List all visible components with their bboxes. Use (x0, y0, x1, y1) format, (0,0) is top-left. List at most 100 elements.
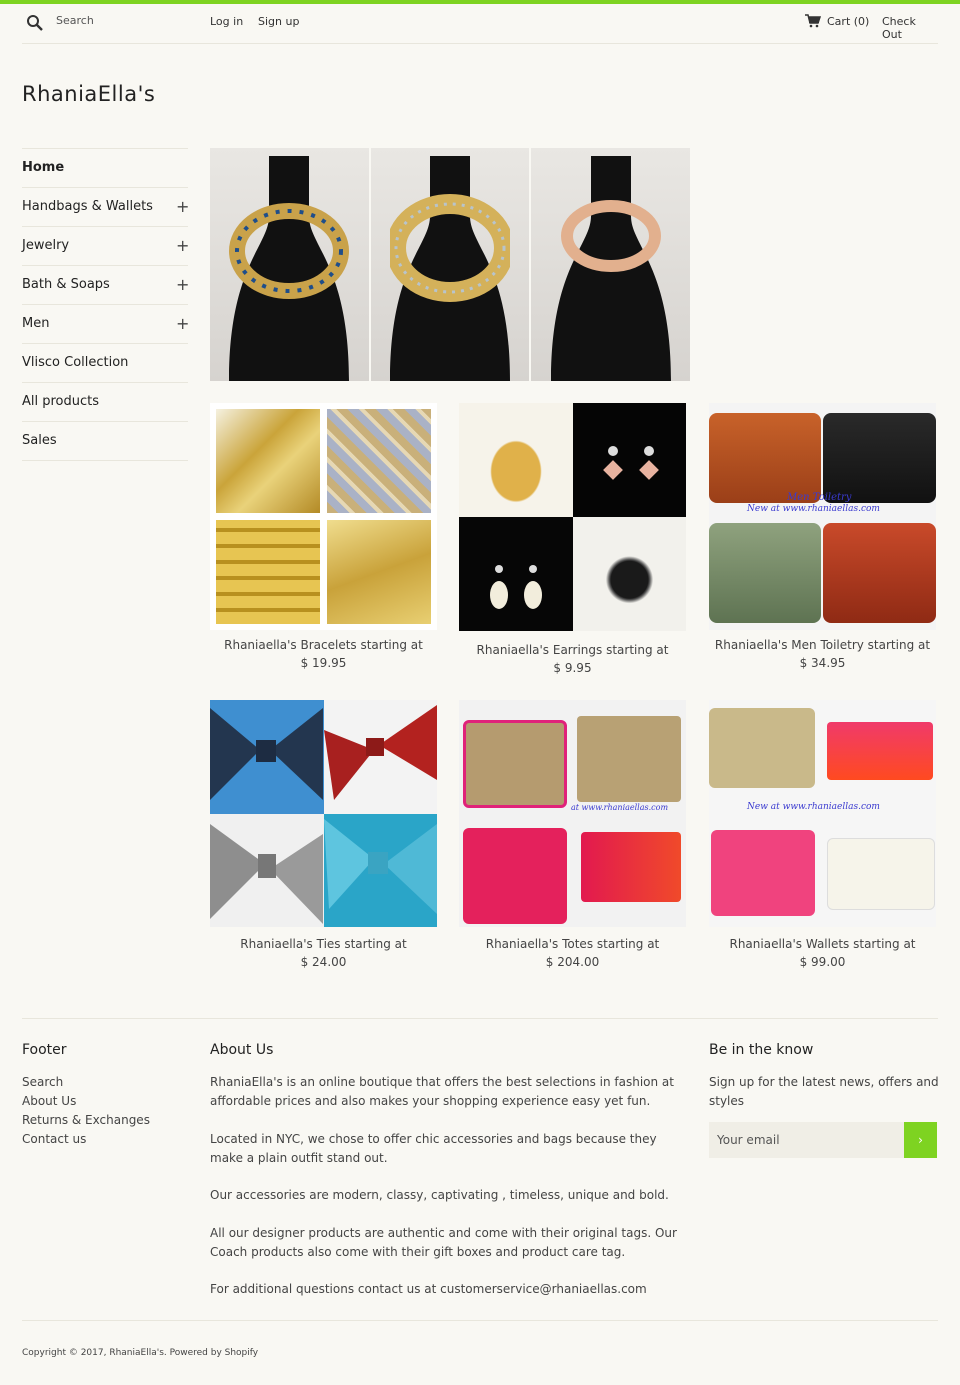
cart-link[interactable]: Cart (0) (827, 15, 869, 28)
product-title[interactable]: Rhaniaella's Bracelets starting at (210, 638, 437, 652)
wallet-photo (827, 838, 935, 910)
sidebar-item-sales[interactable]: Sales (22, 422, 188, 461)
hero-banner-image[interactable] (210, 148, 690, 381)
about-heading: About Us (210, 1042, 274, 1058)
product-title[interactable]: Rhaniaella's Ties starting at (210, 937, 437, 951)
image-caption: Men Toiletry (787, 492, 852, 503)
product-image[interactable]: New at www.rhaniaellas.com (709, 700, 936, 927)
product-price: $ 19.95 (300, 656, 347, 670)
product-price: $ 9.95 (553, 661, 592, 675)
sidebar-item-home[interactable]: Home (22, 149, 188, 188)
footer-link-about-us[interactable]: About Us (22, 1094, 76, 1108)
image-caption: at www.rhaniaellas.com (571, 803, 669, 812)
product-price: $ 204.00 (545, 955, 600, 969)
sidebar-item-bath-soaps[interactable]: Bath & Soaps + (22, 266, 189, 305)
toiletry-bag-photo (709, 523, 821, 623)
tie-photo (210, 700, 324, 814)
wallet-photo (581, 832, 681, 902)
ring-photo (459, 403, 573, 517)
subscribe-button[interactable]: › (904, 1122, 937, 1158)
footer-link-search[interactable]: Search (22, 1075, 63, 1089)
about-paragraph: All our designer products are authentic … (210, 1226, 677, 1259)
product-image[interactable] (459, 403, 686, 631)
expand-icon[interactable]: + (176, 305, 189, 343)
product-image[interactable]: Men Toiletry New at www.rhaniaellas.com (709, 403, 936, 630)
sidebar-item-vlisco-collection[interactable]: Vlisco Collection (22, 344, 188, 383)
newsletter-text: Sign up for the latest news, offers and … (709, 1075, 939, 1108)
email-field[interactable] (709, 1122, 904, 1158)
product-title[interactable]: Rhaniaella's Earrings starting at (459, 643, 686, 657)
search-input[interactable]: Search (56, 14, 94, 27)
footer-bottom-divider (22, 1320, 938, 1321)
sidebar-item-all-products[interactable]: All products (22, 383, 188, 422)
wallet-photo (577, 716, 681, 802)
tie-photo (323, 700, 437, 814)
earring-photo (459, 517, 573, 631)
login-link[interactable]: Log in (210, 15, 243, 28)
sidebar-item-label: Sales (22, 433, 57, 448)
image-caption: New at www.rhaniaellas.com (747, 504, 880, 514)
bracelet-photo (327, 409, 431, 513)
product-price: $ 34.95 (799, 656, 846, 670)
expand-icon[interactable]: + (176, 266, 189, 304)
product-title[interactable]: Rhaniaella's Wallets starting at (709, 937, 936, 951)
expand-icon[interactable]: + (176, 227, 189, 265)
about-paragraph: For additional questions contact us at c… (210, 1282, 647, 1296)
bracelet-photo (216, 409, 320, 513)
checkout-link[interactable]: Check Out (882, 15, 938, 41)
wallet-photo (711, 830, 815, 916)
product-card[interactable]: Rhaniaella's Ties starting at $ 24.00 (210, 700, 437, 969)
ring-photo (572, 517, 686, 631)
product-card[interactable]: Men Toiletry New at www.rhaniaellas.com … (709, 403, 936, 670)
footer-divider (22, 1018, 938, 1019)
sidebar-item-label: All products (22, 394, 100, 409)
product-image[interactable] (210, 700, 437, 927)
product-title[interactable]: Rhaniaella's Totes starting at (459, 937, 686, 951)
wallet-photo (709, 708, 815, 788)
expand-icon[interactable]: + (176, 188, 189, 226)
product-title[interactable]: Rhaniaella's Men Toiletry starting at (709, 638, 936, 652)
footer-link-returns-exchanges[interactable]: Returns & Exchanges (22, 1113, 150, 1127)
product-card[interactable]: Rhaniaella's Bracelets starting at $ 19.… (210, 403, 437, 670)
sidebar-item-label: Men (22, 316, 50, 331)
necklace-photo (370, 148, 532, 381)
about-paragraph: RhaniaElla's is an online boutique that … (210, 1075, 674, 1108)
earring-photo (572, 403, 686, 517)
necklace-photo (531, 148, 690, 381)
sidebar-item-label: Bath & Soaps (22, 277, 110, 292)
sidebar-item-label: Vlisco Collection (22, 355, 129, 370)
product-image[interactable] (210, 403, 437, 630)
wallet-photo (827, 722, 933, 780)
tote-photo (463, 828, 567, 924)
sidebar-item-jewelry[interactable]: Jewelry + (22, 227, 189, 266)
sidebar-item-handbags-wallets[interactable]: Handbags & Wallets + (22, 188, 189, 227)
sidebar-nav: Home Handbags & Wallets + Jewelry + Bath &… (22, 148, 189, 461)
newsletter-heading: Be in the know (709, 1042, 814, 1058)
cart-icon[interactable] (805, 14, 821, 28)
toiletry-bag-photo (709, 413, 821, 503)
tie-photo (210, 813, 324, 927)
signup-link[interactable]: Sign up (258, 15, 299, 28)
necklace-photo (210, 148, 371, 381)
sidebar-item-men[interactable]: Men + (22, 305, 189, 344)
header: Search Log in Sign up Cart (0) Check Out (22, 4, 938, 44)
tie-photo (323, 813, 437, 927)
bracelet-photo (216, 520, 320, 624)
product-price: $ 24.00 (300, 955, 347, 969)
copyright-text: Copyright © 2017, RhaniaElla's. Powered … (22, 1348, 259, 1358)
product-card[interactable]: New at www.rhaniaellas.com Rhaniaella's … (709, 700, 936, 969)
sidebar-item-label: Jewelry (22, 238, 70, 253)
product-price: $ 99.00 (799, 955, 846, 969)
product-card[interactable]: Rhaniaella's Earrings starting at $ 9.95 (459, 403, 686, 675)
product-image[interactable]: at www.rhaniaellas.com (459, 700, 686, 927)
tote-photo (463, 720, 567, 808)
search-icon[interactable] (26, 14, 44, 32)
toiletry-bag-photo (823, 413, 936, 503)
product-card[interactable]: at www.rhaniaellas.com Rhaniaella's Tote… (459, 700, 686, 969)
about-paragraph: Located in NYC, we chose to offer chic a… (210, 1132, 657, 1165)
sidebar-item-label: Home (22, 160, 65, 175)
footer-link-contact-us[interactable]: Contact us (22, 1132, 86, 1146)
site-logo[interactable]: RhaniaElla's (22, 82, 155, 106)
sidebar-item-label: Handbags & Wallets (22, 199, 153, 214)
image-caption: New at www.rhaniaellas.com (747, 802, 880, 812)
